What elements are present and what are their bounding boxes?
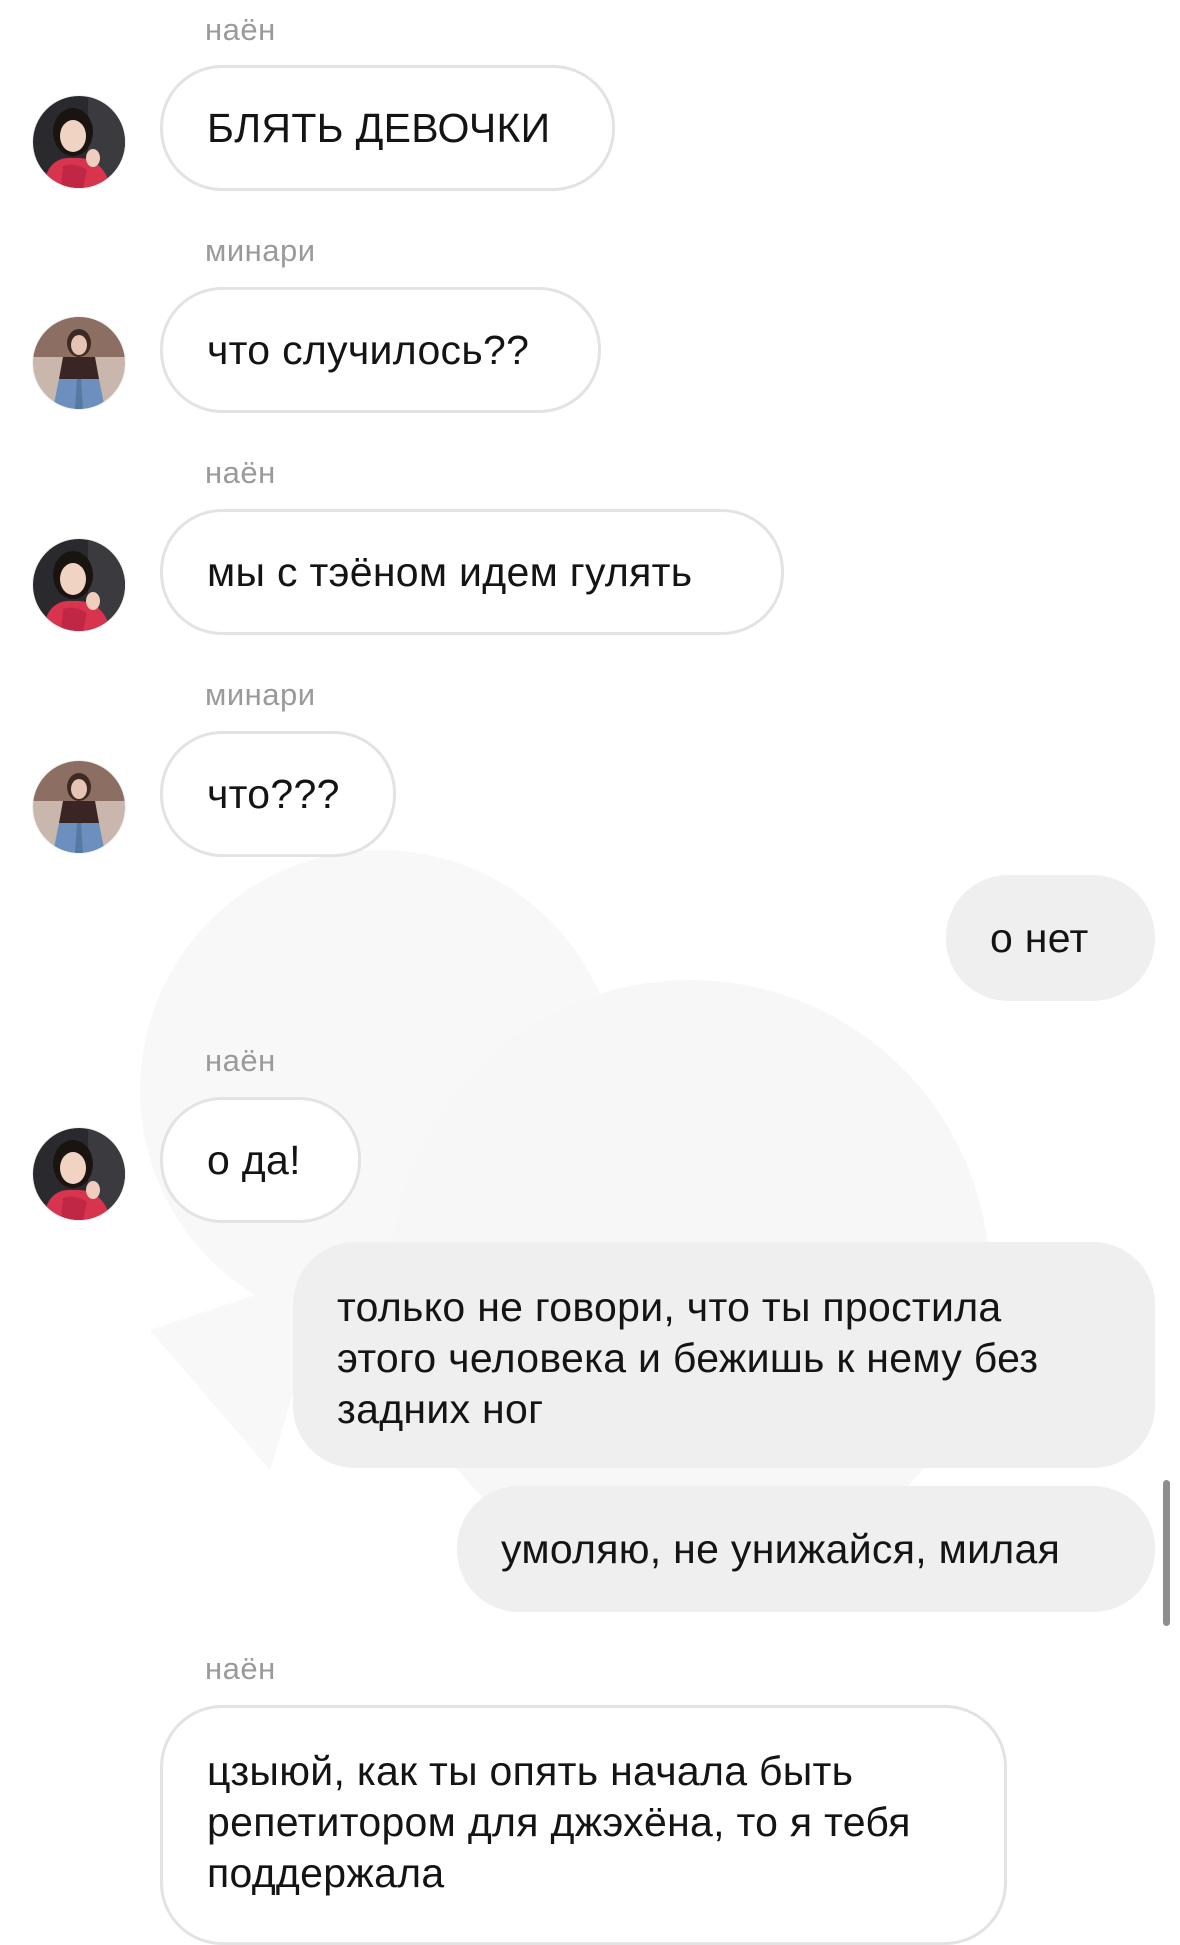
message-bubble-incoming[interactable]: цзыюй, как ты опять начала быть репетито…: [160, 1705, 1007, 1945]
message-bubble-incoming[interactable]: БЛЯТЬ ДЕВОЧКИ: [160, 65, 615, 191]
sender-name: наён: [205, 1651, 276, 1686]
message-bubble-outgoing[interactable]: умоляю, не унижайся, милая: [457, 1486, 1155, 1612]
message-bubble-incoming[interactable]: что случилось??: [160, 287, 601, 413]
avatar-minari-image: [33, 761, 125, 853]
sender-name: минари: [205, 233, 316, 268]
sender-name: наён: [205, 1043, 276, 1078]
scrollbar[interactable]: [1163, 1480, 1170, 1626]
message-text: мы с тэёном идем гулять: [207, 548, 693, 595]
avatar-nayeon[interactable]: [33, 96, 125, 188]
message-text: только не говори, что ты простила этого …: [337, 1284, 1039, 1432]
message-bubble-outgoing[interactable]: только не говори, что ты простила этого …: [293, 1242, 1155, 1468]
avatar-nayeon-image: [33, 96, 125, 188]
sender-name: наён: [205, 455, 276, 490]
message-bubble-incoming[interactable]: о да!: [160, 1097, 361, 1223]
message-text: о да!: [207, 1136, 301, 1183]
message-text: умоляю, не унижайся, милая: [501, 1525, 1061, 1572]
message-bubble-incoming[interactable]: мы с тэёном идем гулять: [160, 509, 784, 635]
avatar-minari[interactable]: [33, 317, 125, 409]
avatar-nayeon[interactable]: [33, 539, 125, 631]
avatar-nayeon[interactable]: [33, 1128, 125, 1220]
message-text: о нет: [990, 914, 1089, 961]
message-bubble-outgoing[interactable]: о нет: [946, 875, 1155, 1001]
avatar-minari-image: [33, 317, 125, 409]
sender-name: минари: [205, 677, 316, 712]
message-text: цзыюй, как ты опять начала быть репетито…: [207, 1748, 911, 1896]
avatar-minari[interactable]: [33, 761, 125, 853]
message-text: что случилось??: [207, 326, 530, 373]
message-bubble-incoming[interactable]: что???: [160, 731, 396, 857]
sender-name: наён: [205, 12, 276, 47]
avatar-nayeon-image: [33, 539, 125, 631]
avatar-nayeon-image: [33, 1128, 125, 1220]
message-text: что???: [207, 770, 340, 817]
message-text: БЛЯТЬ ДЕВОЧКИ: [207, 104, 551, 151]
